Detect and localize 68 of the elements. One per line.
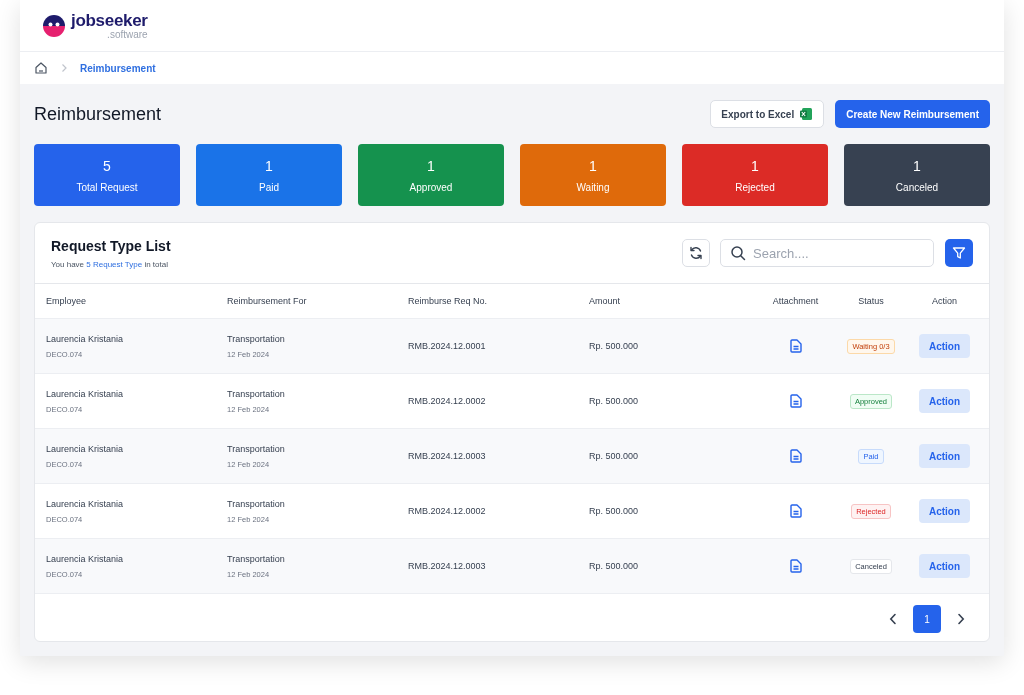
- stat-value: 1: [589, 157, 597, 174]
- column-header: Amount: [589, 296, 622, 306]
- amount: Rp. 500.000: [589, 396, 640, 406]
- column-header: Employee: [46, 296, 88, 306]
- stat-label: Canceled: [895, 181, 939, 193]
- stat-value: 1: [427, 157, 435, 174]
- stat-value: 1: [265, 157, 273, 174]
- chevron-right-icon: [957, 613, 965, 625]
- column-header: Reimburse Req No.: [408, 296, 489, 306]
- filter-icon: [952, 246, 966, 260]
- stat-value: 1: [751, 157, 759, 174]
- stat-label: Waiting: [576, 181, 610, 193]
- reimbursement-type: Transportation: [227, 498, 286, 509]
- document-icon[interactable]: [789, 559, 802, 573]
- reimbursement-type: Transportation: [227, 388, 286, 399]
- action-button[interactable]: Action: [918, 444, 971, 468]
- action-button[interactable]: Action: [918, 499, 971, 523]
- employee-name: Laurencia Kristania: [46, 498, 125, 509]
- document-icon[interactable]: [789, 449, 802, 463]
- logo-wordmark: jobseeker: [71, 11, 148, 29]
- stat-label: Approved: [409, 181, 453, 193]
- request-number: RMB.2024.12.0003: [408, 561, 487, 571]
- spreadsheet-icon: [799, 107, 814, 121]
- stat-label: Total Request: [76, 181, 138, 193]
- document-icon[interactable]: [789, 394, 802, 408]
- chevron-left-icon: [889, 613, 897, 625]
- stat-label: Paid: [259, 181, 279, 193]
- request-number: RMB.2024.12.0003: [408, 451, 487, 461]
- request-number: RMB.2024.12.0002: [408, 506, 487, 516]
- column-header: Attachment: [771, 296, 820, 306]
- amount: Rp. 500.000: [589, 561, 640, 571]
- export-button[interactable]: Export to Excel: [710, 100, 825, 128]
- request-number: RMB.2024.12.0002: [408, 396, 487, 406]
- employee-name: Laurencia Kristania: [46, 388, 125, 399]
- page-title: Reimbursement: [34, 103, 162, 125]
- stat-label: Rejected: [735, 181, 775, 193]
- action-button[interactable]: Action: [918, 334, 971, 358]
- search-field[interactable]: Search....: [720, 239, 934, 267]
- chevron-right-icon: [60, 63, 68, 73]
- refresh-button[interactable]: [682, 239, 710, 267]
- reimbursement-type: Transportation: [227, 443, 286, 454]
- card-title: Request Type List: [51, 237, 171, 254]
- filter-button[interactable]: [945, 239, 973, 267]
- action-button[interactable]: Action: [918, 389, 971, 413]
- request-number: RMB.2024.12.0001: [408, 341, 487, 351]
- reimbursement-type: Transportation: [227, 553, 286, 564]
- stat-value: 5: [103, 157, 111, 174]
- column-header: Action: [931, 296, 958, 306]
- stat-value: 1: [913, 157, 921, 174]
- reimbursement-type: Transportation: [227, 333, 286, 344]
- employee-name: Laurencia Kristania: [46, 333, 125, 344]
- amount: Rp. 500.000: [589, 341, 640, 351]
- employee-name: Laurencia Kristania: [46, 443, 125, 454]
- employee-name: Laurencia Kristania: [46, 553, 125, 564]
- summary-text: You have 5 Request Type in total: [51, 259, 169, 269]
- create-button[interactable]: Create New Reimbursement: [835, 100, 990, 128]
- refresh-icon: [688, 245, 704, 261]
- home-icon: [34, 61, 48, 75]
- document-icon[interactable]: [789, 339, 802, 353]
- amount: Rp. 500.000: [589, 506, 640, 516]
- document-icon[interactable]: [789, 504, 802, 518]
- column-header: Status: [857, 296, 885, 306]
- column-header: Reimbursement For: [227, 296, 308, 306]
- logo-suffix: .software: [107, 29, 148, 40]
- page-button[interactable]: 1: [913, 605, 941, 633]
- action-button[interactable]: Action: [918, 554, 971, 578]
- breadcrumb-link[interactable]: Reimbursement: [80, 62, 156, 74]
- amount: Rp. 500.000: [589, 451, 640, 461]
